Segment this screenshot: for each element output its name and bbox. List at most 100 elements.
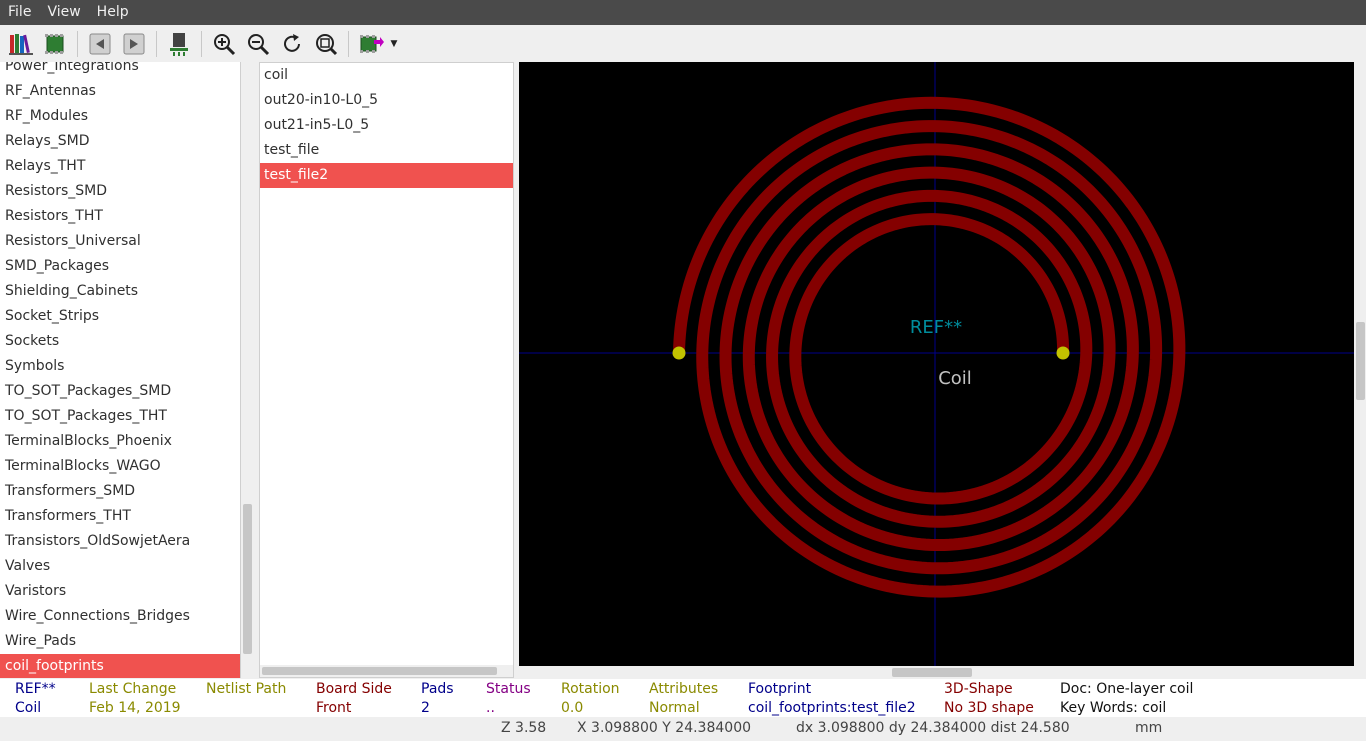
info-rotation-label: Rotation xyxy=(561,681,620,697)
info-rotation: Rotation 0.0 xyxy=(561,680,620,718)
next-footprint-icon[interactable] xyxy=(119,29,149,59)
zoom-in-icon[interactable] xyxy=(209,29,239,59)
zoom-out-icon[interactable] xyxy=(243,29,273,59)
library-item[interactable]: Power_Integrations xyxy=(0,62,240,79)
info-attributes-value: Normal xyxy=(649,700,700,716)
info-netlist-path-label: Netlist Path xyxy=(206,681,287,697)
library-item[interactable]: Transformers_SMD xyxy=(0,479,240,504)
footprint-item[interactable]: out20-in10-L0_5 xyxy=(260,88,513,113)
chevron-down-icon[interactable]: ▼ xyxy=(388,29,400,59)
library-item[interactable]: Symbols xyxy=(0,354,240,379)
library-item[interactable]: Relays_SMD xyxy=(0,129,240,154)
menu-bar: File View Help xyxy=(0,0,1366,25)
info-pads-value: 2 xyxy=(421,700,430,716)
3d-viewer-icon[interactable] xyxy=(356,29,386,59)
coil-trace xyxy=(673,96,1186,598)
footprint-hscrollbar-thumb[interactable] xyxy=(262,667,497,675)
library-item[interactable]: Resistors_Universal xyxy=(0,229,240,254)
info-attributes: Attributes Normal xyxy=(649,680,718,718)
canvas-hscrollbar-thumb[interactable] xyxy=(892,668,972,677)
library-item[interactable]: TerminalBlocks_Phoenix xyxy=(0,429,240,454)
library-item[interactable]: Valves xyxy=(0,554,240,579)
library-scrollbar-thumb[interactable] xyxy=(243,504,252,654)
library-item[interactable]: TO_SOT_Packages_SMD xyxy=(0,379,240,404)
info-status-value: .. xyxy=(486,700,495,716)
status-units: mm xyxy=(1135,720,1163,736)
menu-view[interactable]: View xyxy=(39,0,88,25)
library-scrollbar[interactable] xyxy=(242,62,253,678)
canvas-hscrollbar[interactable] xyxy=(519,666,1354,678)
library-item[interactable]: Sockets xyxy=(0,329,240,354)
info-3d-shape-label: 3D-Shape xyxy=(944,681,1013,697)
toolbar-separator xyxy=(348,30,349,57)
pad-1[interactable] xyxy=(672,346,686,360)
info-board-side-label: Board Side xyxy=(316,681,392,697)
library-item[interactable]: Varistors xyxy=(0,579,240,604)
toolbar-separator xyxy=(156,30,157,57)
ref-text: REF** xyxy=(910,317,962,338)
library-item[interactable]: RF_Antennas xyxy=(0,79,240,104)
info-pads-label: Pads xyxy=(421,681,454,697)
footprint-item[interactable]: test_file xyxy=(260,138,513,163)
info-netlist-path: Netlist Path xyxy=(206,680,286,699)
canvas-vscrollbar-thumb[interactable] xyxy=(1356,322,1365,400)
library-item[interactable]: Wire_Connections_Bridges xyxy=(0,604,240,629)
info-pads: Pads 2 xyxy=(421,680,454,718)
info-rotation-value: 0.0 xyxy=(561,700,584,716)
library-item[interactable]: Transformers_THT xyxy=(0,504,240,529)
zoom-fit-icon[interactable] xyxy=(311,29,341,59)
library-list[interactable]: Power_Integrations RF_Antennas RF_Modules R… xyxy=(0,62,241,678)
info-ref-label: REF** xyxy=(15,681,56,697)
info-ref-value: Coil xyxy=(15,700,42,716)
footprint-panel: coil out20-in10-L0_5 out21-in5-L0_5 test_fi… xyxy=(259,62,514,678)
info-3d-shape: 3D-Shape No 3D shape xyxy=(944,680,1034,718)
footprint-editor-icon[interactable] xyxy=(40,29,70,59)
toolbar-separator xyxy=(77,30,78,57)
library-browser-icon[interactable] xyxy=(6,29,36,59)
footprint-list[interactable]: coil out20-in10-L0_5 out21-in5-L0_5 test_fi… xyxy=(260,63,513,665)
footprint-item[interactable]: out21-in5-L0_5 xyxy=(260,113,513,138)
previous-footprint-icon[interactable] xyxy=(85,29,115,59)
info-status-label: Status xyxy=(486,681,531,697)
library-item[interactable]: Transistors_OldSowjetAera xyxy=(0,529,240,554)
toolbar-separator xyxy=(201,30,202,57)
library-item[interactable]: Resistors_SMD xyxy=(0,179,240,204)
info-status: Status .. xyxy=(486,680,531,718)
library-item[interactable]: coil_footprints xyxy=(0,654,240,678)
library-panel: Power_Integrations RF_Antennas RF_Modules R… xyxy=(0,62,254,678)
toolbar: ▼ xyxy=(0,25,1366,62)
library-item[interactable]: RF_Modules xyxy=(0,104,240,129)
canvas-vscrollbar[interactable] xyxy=(1354,62,1366,678)
library-item[interactable]: TerminalBlocks_WAGO xyxy=(0,454,240,479)
library-item[interactable]: Relays_THT xyxy=(0,154,240,179)
info-ref: REF** Coil xyxy=(15,680,56,718)
info-last-change-value: Feb 14, 2019 xyxy=(89,700,181,716)
menu-help[interactable]: Help xyxy=(89,0,137,25)
insert-footprint-icon[interactable] xyxy=(164,29,194,59)
menu-file[interactable]: File xyxy=(0,0,39,25)
footprint-item[interactable]: test_file2 xyxy=(260,163,513,188)
value-text: Coil xyxy=(938,368,972,389)
library-item[interactable]: Shielding_Cabinets xyxy=(0,279,240,304)
info-board-side: Board Side Front xyxy=(316,680,392,718)
info-doc: Doc: One-layer coil Key Words: coil xyxy=(1060,680,1193,718)
pad-2[interactable] xyxy=(1056,346,1070,360)
library-item[interactable]: Socket_Strips xyxy=(0,304,240,329)
status-delta: dx 3.098800 dy 24.384000 dist 24.580 xyxy=(796,720,1070,736)
status-xy: X 3.098800 Y 24.384000 xyxy=(577,720,752,736)
library-item[interactable]: Resistors_THT xyxy=(0,204,240,229)
canvas-drawing[interactable]: REF** Coil xyxy=(519,62,1354,666)
redraw-icon[interactable] xyxy=(277,29,307,59)
footprint-canvas[interactable]: REF** Coil xyxy=(519,62,1354,666)
info-keywords-text: Key Words: coil xyxy=(1060,700,1167,716)
info-last-change: Last Change Feb 14, 2019 xyxy=(89,680,181,718)
info-footprint-value: coil_footprints:test_file2 xyxy=(748,700,916,716)
library-item[interactable]: SMD_Packages xyxy=(0,254,240,279)
library-item[interactable]: TO_SOT_Packages_THT xyxy=(0,404,240,429)
coil-spiral xyxy=(673,96,1186,598)
footprint-item[interactable]: coil xyxy=(260,63,513,88)
info-footprint: Footprint coil_footprints:test_file2 xyxy=(748,680,916,718)
library-item[interactable]: Wire_Pads xyxy=(0,629,240,654)
footprint-hscrollbar[interactable] xyxy=(260,665,513,677)
status-zoom: Z 3.58 xyxy=(501,720,547,736)
